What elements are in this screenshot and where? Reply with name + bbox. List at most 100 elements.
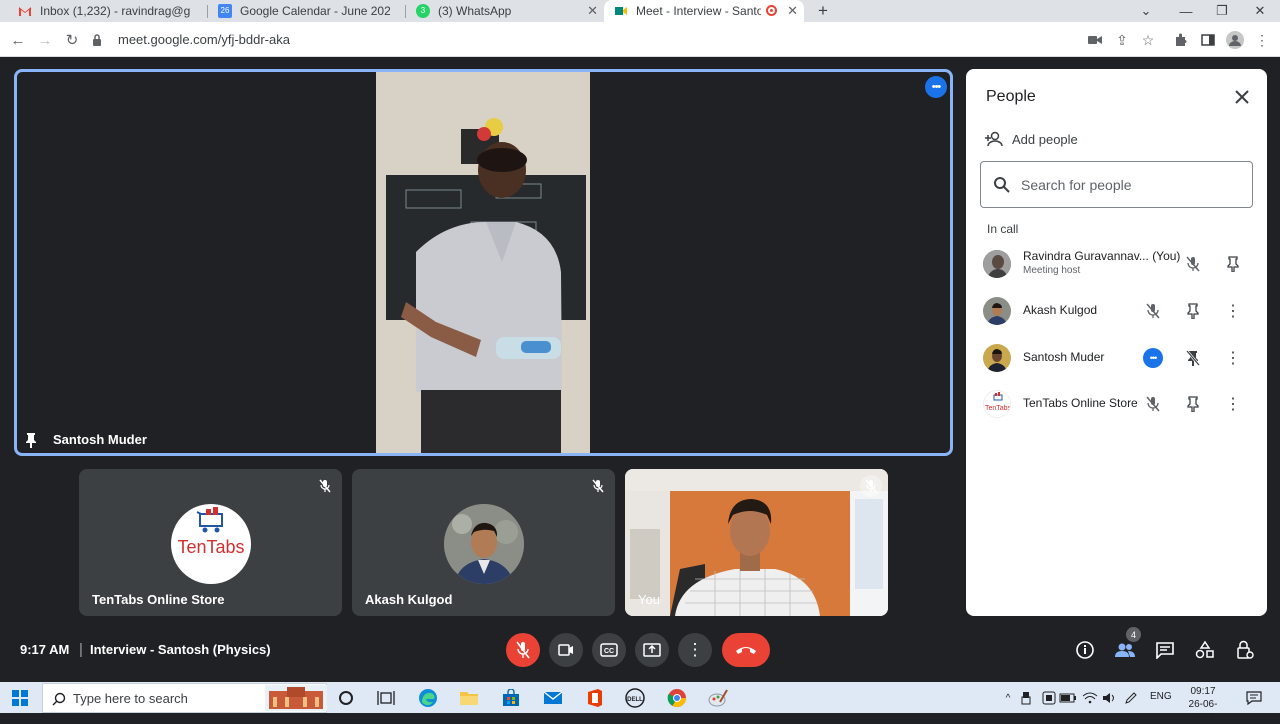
video-tile-akash[interactable]: Akash Kulgod [352,469,615,616]
meeting-clock: 9:17 AM [20,642,70,657]
add-person-icon [984,131,1004,147]
participant-row[interactable]: Santosh Muder ••• ⋮ [982,341,1267,375]
notifications-icon[interactable] [1244,688,1264,708]
new-tab-button[interactable]: + [812,0,834,22]
onedrive-icon[interactable] [1039,688,1059,708]
meeting-details-icon[interactable] [1074,639,1096,661]
participant-avatar [983,250,1011,278]
wifi-icon[interactable] [1080,688,1100,708]
battery-icon[interactable] [1058,688,1078,708]
present-button[interactable] [635,633,669,667]
svg-text:CC: CC [604,648,614,655]
profile-avatar-icon[interactable] [1226,31,1244,49]
reload-icon[interactable]: ↻ [62,30,82,50]
windows-taskbar: Type here to search DELL ^ ENG 09:17 26-… [0,682,1280,723]
leave-call-button[interactable] [722,633,770,667]
minimize-icon[interactable]: — [1168,0,1204,22]
people-icon[interactable] [1114,639,1136,661]
tile-name-label: Santosh Muder [53,432,147,447]
edge-icon[interactable] [418,688,438,708]
add-people-button[interactable]: Add people [984,129,1078,149]
mic-off-icon[interactable] [1183,254,1203,274]
office-icon[interactable] [585,688,605,708]
participant-role: Meeting host [1023,265,1081,276]
video-tile-tentabs[interactable]: TenTabs TenTabs Online Store [79,469,342,616]
tile-options-button[interactable]: ••• [925,76,947,98]
pin-icon[interactable] [1183,301,1203,321]
url-field[interactable]: meet.google.com/yfj-bddr-aka [92,27,1082,52]
show-hidden-icons[interactable]: ^ [998,688,1018,708]
activities-icon[interactable] [1194,639,1216,661]
taskbar-search-input[interactable]: Type here to search [42,683,327,713]
in-call-section-label: In call [987,222,1019,236]
people-panel: People Add people Search for people In c… [966,69,1267,616]
dell-icon[interactable]: DELL [625,688,645,708]
usb-icon[interactable] [1016,688,1036,708]
mic-off-icon[interactable] [1143,394,1163,414]
share-icon[interactable]: ⇪ [1113,31,1131,49]
volume-icon[interactable] [1100,688,1120,708]
close-tab-icon[interactable]: ✕ [787,3,798,19]
video-tile-self[interactable]: You [625,469,888,616]
tab-calendar[interactable]: 26 Google Calendar - June 2022 [208,0,406,22]
browser-menu-icon[interactable]: ⋮ [1253,31,1271,49]
participant-row[interactable]: TenTabs TenTabs Online Store ⋮ [982,387,1267,421]
participant-name: TenTabs Online Store [1023,396,1138,410]
more-options-button[interactable]: ⋮ [678,633,712,667]
mic-off-icon [860,475,882,497]
tab-search-icon[interactable]: ⌄ [1128,0,1164,22]
participant-name: Santosh Muder [1023,350,1105,364]
unpin-icon[interactable] [1183,348,1203,368]
pinned-video-tile[interactable]: Santosh Muder ••• [14,69,953,456]
paint-icon[interactable] [708,688,728,708]
pin-icon[interactable] [1223,254,1243,274]
task-view-icon[interactable] [376,688,396,708]
tab-gmail[interactable]: Inbox (1,232) - ravindrag@gmail. [8,0,208,22]
toggle-camera-button[interactable] [549,633,583,667]
sidebar-icon[interactable] [1199,31,1217,49]
tab-whatsapp[interactable]: 3 (3) WhatsApp ✕ [406,0,604,22]
cortana-icon[interactable] [336,688,356,708]
tab-meet[interactable]: Meet - Interview - Santosh (P ✕ [604,0,804,22]
more-options-icon[interactable]: ⋮ [1223,348,1243,368]
speaking-indicator-icon: ••• [1143,348,1163,368]
meet-window: Santosh Muder ••• TenTabs TenTabs Online… [0,57,1280,682]
divider: | [79,641,83,658]
bookmark-star-icon[interactable]: ☆ [1139,31,1157,49]
calendar-icon: 26 [218,4,232,18]
chat-icon[interactable] [1154,639,1176,661]
input-language[interactable]: ENG [1150,691,1172,702]
search-highlight-image [265,685,327,711]
taskbar-clock[interactable]: 09:17 26-06-2022 [1180,685,1226,724]
close-tab-icon[interactable]: ✕ [587,3,598,19]
file-explorer-icon[interactable] [459,688,479,708]
close-icon[interactable] [1232,87,1252,107]
participant-row[interactable]: Ravindra Guravannav... (You) Meeting hos… [982,247,1267,281]
participant-row[interactable]: Akash Kulgod ⋮ [982,294,1267,328]
forward-icon[interactable]: → [35,30,55,50]
pen-icon[interactable] [1121,688,1141,708]
mic-off-icon [587,475,609,497]
maximize-icon[interactable]: ❐ [1204,0,1240,22]
camera-icon[interactable] [1086,31,1104,49]
chrome-icon[interactable] [667,688,687,708]
meeting-title: Interview - Santosh (Physics) [90,642,271,657]
host-controls-icon[interactable] [1234,639,1256,661]
participant-avatar: TenTabs [983,390,1011,418]
toggle-mic-button[interactable] [506,633,540,667]
extensions-icon[interactable] [1172,31,1190,49]
participant-name: Akash Kulgod [1023,303,1098,317]
recording-icon [766,5,777,16]
close-window-icon[interactable]: ✕ [1242,0,1278,22]
windows-start-icon[interactable] [10,688,30,708]
back-icon[interactable]: ← [8,30,28,50]
captions-button[interactable]: CC [592,633,626,667]
mic-off-icon[interactable] [1143,301,1163,321]
more-options-icon[interactable]: ⋮ [1223,394,1243,414]
search-people-input[interactable]: Search for people [980,161,1253,208]
pin-icon[interactable] [1183,394,1203,414]
store-icon[interactable] [501,688,521,708]
more-options-icon[interactable]: ⋮ [1223,301,1243,321]
mail-icon[interactable] [543,688,563,708]
gmail-icon [18,4,32,18]
